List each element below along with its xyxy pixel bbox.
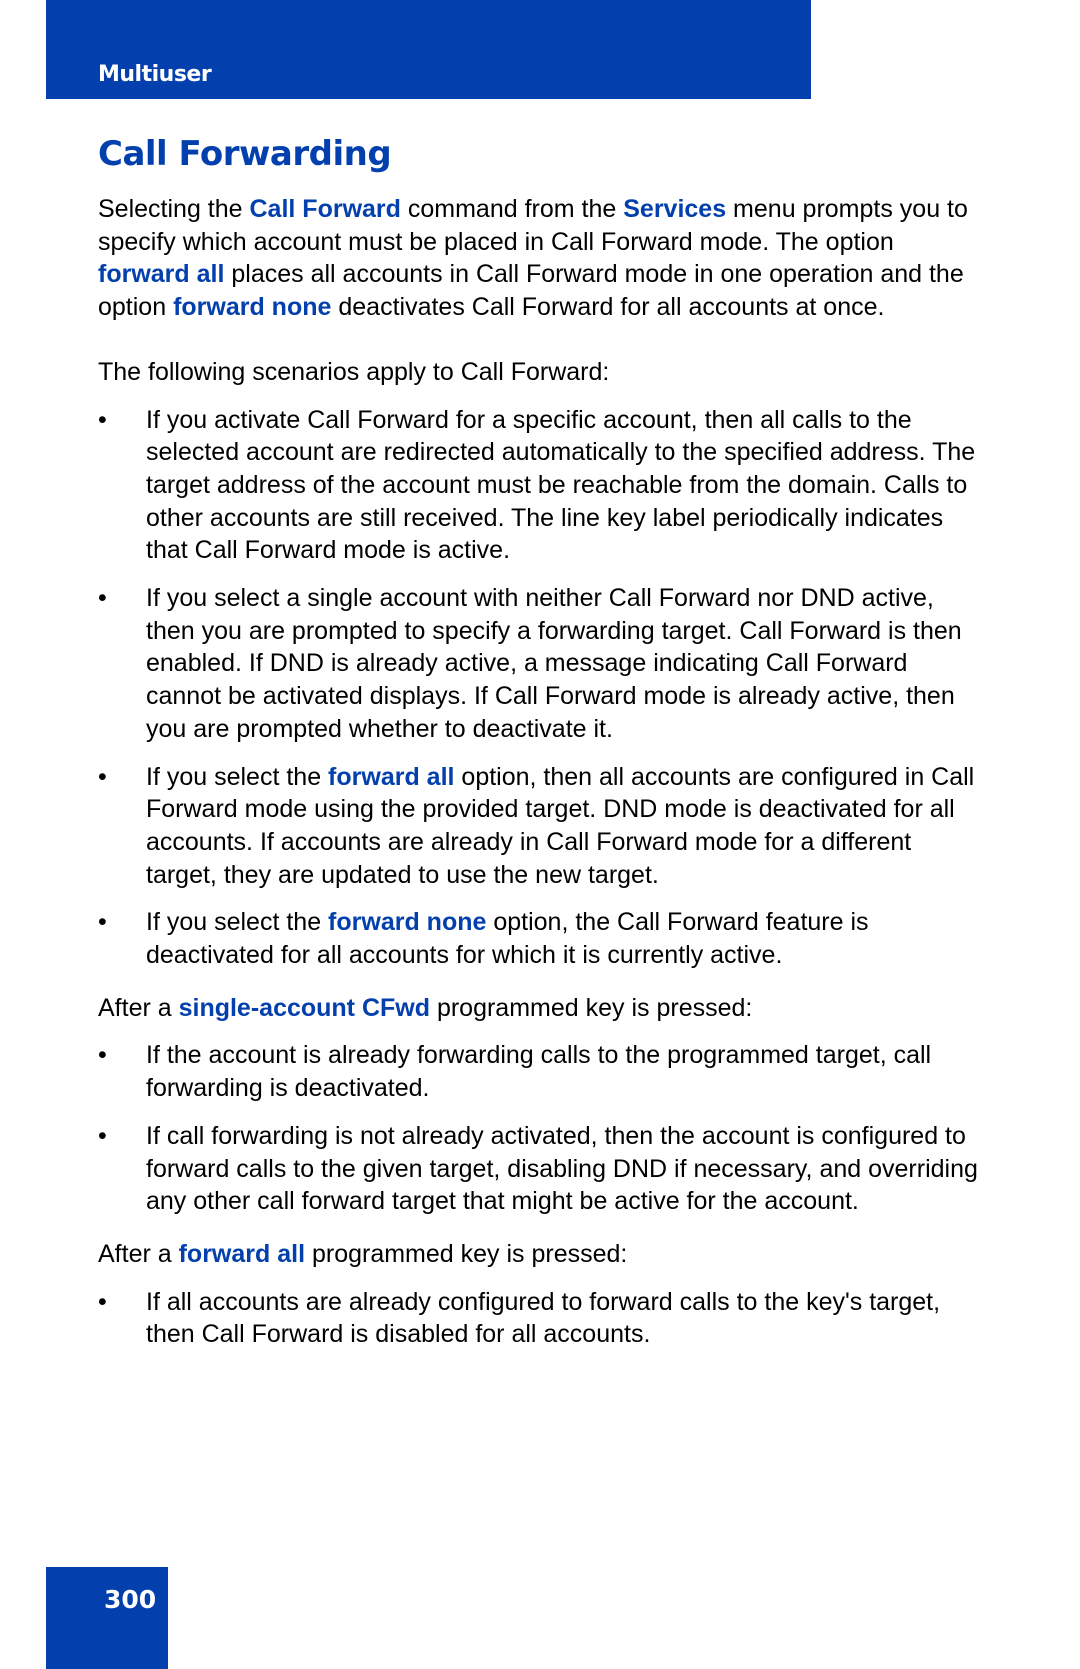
- list-item: • If the account is already forwarding ca…: [98, 1039, 978, 1104]
- text: Selecting the: [98, 195, 250, 223]
- list-item: • If call forwarding is not already activ…: [98, 1120, 978, 1218]
- text: After a: [98, 993, 179, 1022]
- text: If you activate Call Forward for a speci…: [146, 405, 976, 565]
- list-item: • If you select the forward none option, …: [98, 906, 978, 971]
- bullet-icon: •: [98, 762, 107, 791]
- bullet-icon: •: [98, 1041, 107, 1070]
- text: If call forwarding is not already activa…: [146, 1121, 978, 1216]
- forward-all-lead: After a forward all programmed key is pr…: [98, 1238, 978, 1271]
- list-item: • If you select a single account with nei…: [98, 582, 978, 746]
- text: programmed key is pressed:: [430, 993, 753, 1022]
- body-content: Selecting the Call Forward command from …: [98, 193, 978, 1366]
- section-label: Multiuser: [98, 62, 212, 87]
- text: If the account is already forwarding cal…: [146, 1041, 932, 1103]
- text: deactivates Call Forward for all account…: [331, 293, 885, 322]
- section-header-bar: Multiuser: [46, 0, 811, 99]
- bullet-icon: •: [98, 584, 107, 613]
- intro-paragraph: Selecting the Call Forward command from …: [98, 193, 978, 324]
- keyword-forward-none: forward none: [173, 293, 332, 322]
- single-account-lead: After a single-account CFwd programmed k…: [98, 992, 978, 1025]
- bullet-icon: •: [98, 405, 107, 434]
- text: If you select a single account with neit…: [146, 584, 962, 743]
- text: programmed key is pressed:: [305, 1239, 628, 1268]
- page-title: Call Forwarding: [98, 134, 392, 174]
- keyword-forward-all: forward all: [98, 260, 225, 289]
- page-number-box: 300: [46, 1567, 168, 1669]
- scenarios-lead: The following scenarios apply to Call Fo…: [98, 357, 610, 386]
- keyword-single-account-cfwd: single-account CFwd: [178, 993, 430, 1022]
- text: command from the: [400, 195, 624, 223]
- keyword-forward-none: forward none: [328, 908, 487, 937]
- list-item: • If you activate Call Forward for a spec…: [98, 404, 978, 568]
- forward-all-list: • If all accounts are already configured …: [98, 1286, 978, 1351]
- keyword-services: Services: [623, 195, 727, 223]
- bullet-icon: •: [98, 1121, 107, 1150]
- page-number: 300: [104, 1585, 157, 1614]
- list-item: • If you select the forward all option, t…: [98, 761, 978, 892]
- text: After a: [98, 1239, 179, 1268]
- text: If all accounts are already configured t…: [146, 1287, 941, 1349]
- keyword-call-forward: Call Forward: [249, 195, 401, 223]
- bullet-icon: •: [98, 1287, 107, 1316]
- keyword-forward-all: forward all: [328, 762, 455, 791]
- single-account-list: • If the account is already forwarding ca…: [98, 1039, 978, 1218]
- bullet-icon: •: [98, 908, 107, 937]
- list-item: • If all accounts are already configured …: [98, 1286, 978, 1351]
- text: If you select the: [146, 908, 329, 937]
- text: If you select the: [146, 762, 329, 791]
- keyword-forward-all: forward all: [178, 1239, 306, 1268]
- scenario-list: • If you activate Call Forward for a spec…: [98, 404, 978, 972]
